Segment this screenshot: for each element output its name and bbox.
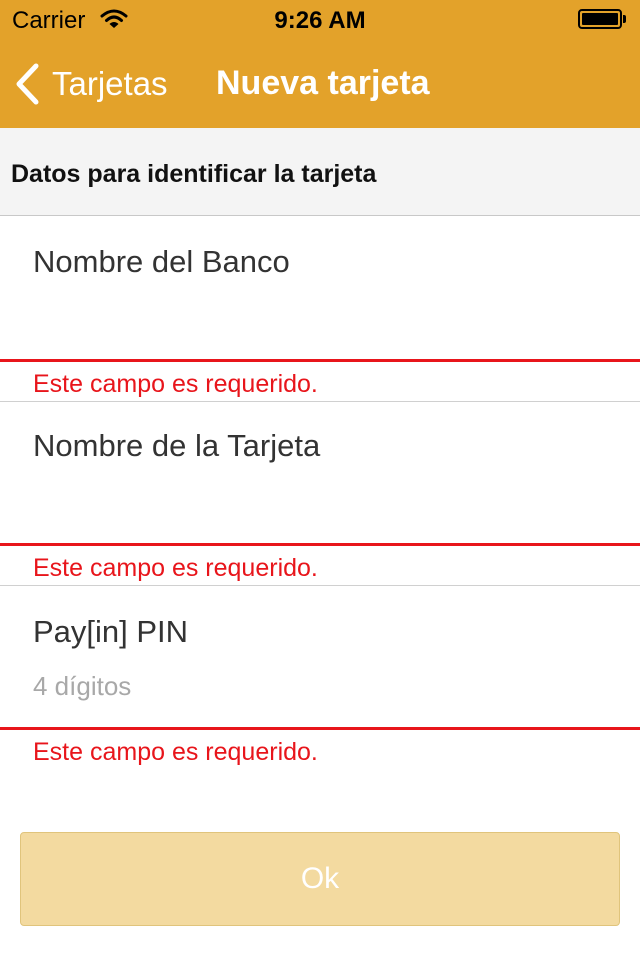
bank-name-error: Este campo es requerido. [33,370,318,398]
error-underline [0,727,640,730]
card-name-error: Este campo es requerido. [33,554,318,582]
battery-icon [578,9,628,31]
page-title: Nueva tarjeta [216,64,430,102]
error-underline [0,359,640,362]
ok-button[interactable]: Ok [20,832,620,926]
section-header-label: Datos para identificar la tarjeta [11,160,377,188]
pin-input[interactable] [33,666,613,706]
pin-label: Pay[in] PIN [33,614,189,649]
bank-name-label: Nombre del Banco [33,244,290,279]
card-name-input[interactable] [33,486,613,526]
bank-name-input[interactable] [33,302,613,342]
pin-error: Este campo es requerido. [33,738,318,766]
back-button[interactable]: Tarjetas [14,60,168,108]
section-header: Datos para identificar la tarjeta [0,128,640,216]
pin-field[interactable]: Pay[in] PIN Este campo es requerido. [0,586,640,772]
back-label: Tarjetas [52,65,168,102]
card-name-label: Nombre de la Tarjeta [33,428,321,463]
clock: 9:26 AM [274,7,366,34]
status-bar: Carrier 9:26 AM [0,0,640,40]
bank-name-field[interactable]: Nombre del Banco Este campo es requerido… [0,216,640,402]
navigation-bar: Tarjetas Nueva tarjeta [0,40,640,128]
card-name-field[interactable]: Nombre de la Tarjeta Este campo es reque… [0,402,640,586]
top-bar: Carrier 9:26 AM Tarjetas Nueva tarjeta [0,0,640,128]
error-underline [0,543,640,546]
chevron-left-icon [16,63,39,105]
